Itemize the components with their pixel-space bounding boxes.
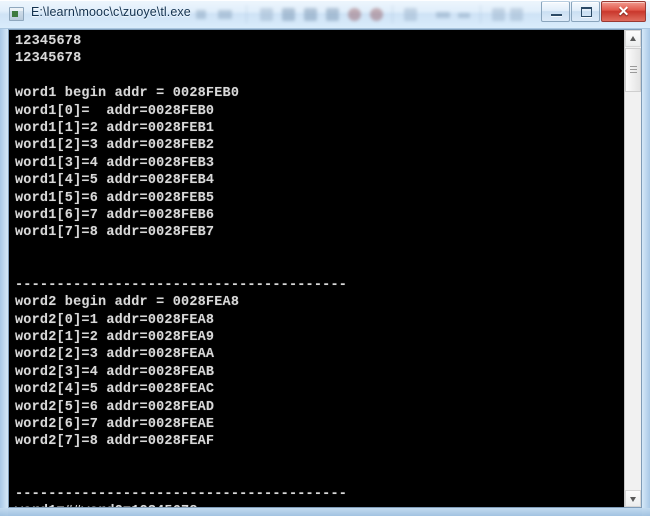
console-window[interactable]: E:\learn\mooc\c\zuoye\tl.exe ✕ 12345678 … bbox=[0, 0, 650, 516]
console-line: word2[4]=5 addr=0028FEAC bbox=[15, 382, 215, 398]
close-icon: ✕ bbox=[617, 3, 630, 19]
console-line: word2[1]=2 addr=0028FEA9 bbox=[15, 329, 215, 345]
console-line: word2[0]=1 addr=0028FEA8 bbox=[15, 312, 215, 328]
console-line: word1 begin addr = 0028FEB0 bbox=[15, 86, 240, 102]
console-line: 12345678 bbox=[15, 51, 82, 67]
window-title: E:\learn\mooc\c\zuoye\tl.exe bbox=[31, 5, 191, 19]
console-line: word2[6]=7 addr=0028FEAE bbox=[15, 416, 215, 432]
maximize-button[interactable] bbox=[571, 1, 600, 22]
scroll-down-arrow[interactable] bbox=[625, 490, 641, 507]
window-frame-left-edge bbox=[0, 28, 8, 516]
console-line: word2[3]=4 addr=0028FEAB bbox=[15, 364, 215, 380]
ghosted-toolbar-icons bbox=[196, 3, 526, 25]
console-app-icon bbox=[9, 7, 24, 21]
console-client-area: 12345678 12345678 word1 begin addr = 0028… bbox=[8, 29, 642, 508]
close-button[interactable]: ✕ bbox=[601, 1, 646, 22]
console-line: word1[5]=6 addr=0028FEB5 bbox=[15, 190, 215, 206]
window-controls[interactable]: ✕ bbox=[540, 1, 646, 23]
title-bar[interactable]: E:\learn\mooc\c\zuoye\tl.exe ✕ bbox=[0, 0, 650, 29]
console-output[interactable]: 12345678 12345678 word1 begin addr = 0028… bbox=[9, 30, 626, 507]
console-line: word1=##word2=12345678 bbox=[15, 503, 626, 507]
console-line: word1[7]=8 addr=0028FEB7 bbox=[15, 225, 215, 241]
window-frame-right-edge bbox=[642, 28, 650, 516]
console-line: word2[5]=6 addr=0028FEAD bbox=[15, 399, 215, 415]
console-line: 12345678 bbox=[15, 34, 82, 49]
console-line: word1[3]=4 addr=0028FEB3 bbox=[15, 155, 215, 171]
console-line: word1[4]=5 addr=0028FEB4 bbox=[15, 173, 215, 189]
console-line: word1[2]=3 addr=0028FEB2 bbox=[15, 138, 215, 154]
maximize-icon bbox=[581, 7, 592, 17]
console-line: word2 begin addr = 0028FEA8 bbox=[15, 295, 240, 311]
console-line: word1[6]=7 addr=0028FEB6 bbox=[15, 208, 215, 224]
console-line: word2[2]=3 addr=0028FEAA bbox=[15, 347, 215, 363]
window-frame-bottom-edge bbox=[0, 508, 650, 516]
minimize-button[interactable] bbox=[541, 1, 570, 22]
scroll-up-arrow[interactable] bbox=[625, 30, 641, 47]
console-line: ---------------------------------------- bbox=[15, 277, 348, 293]
console-line: word1[0]= addr=0028FEB0 bbox=[15, 103, 215, 119]
scroll-thumb[interactable] bbox=[625, 48, 641, 92]
console-line: word2[7]=8 addr=0028FEAF bbox=[15, 434, 215, 450]
vertical-scrollbar[interactable] bbox=[624, 30, 641, 507]
minimize-icon bbox=[551, 14, 562, 16]
scroll-thumb-grip bbox=[630, 66, 637, 74]
console-line: ---------------------------------------- bbox=[15, 486, 348, 502]
console-line: word1[1]=2 addr=0028FEB1 bbox=[15, 121, 215, 137]
